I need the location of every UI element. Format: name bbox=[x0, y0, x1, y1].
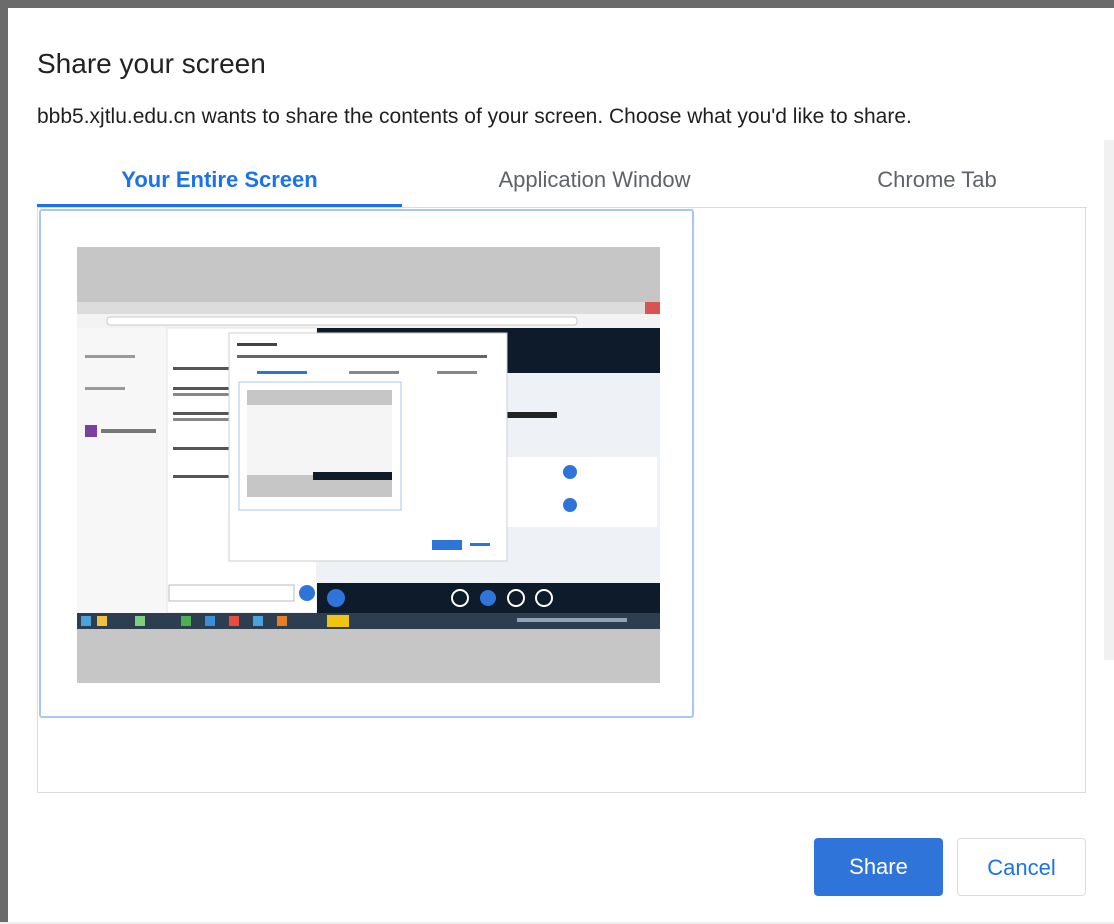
tab-application-window[interactable]: Application Window bbox=[402, 160, 787, 206]
dialog-title: Share your screen bbox=[37, 48, 266, 79]
dialog-scrollbar[interactable] bbox=[1104, 140, 1114, 660]
tab-chrome-tab[interactable]: Chrome Tab bbox=[787, 160, 1087, 206]
tab-bar: Your Entire Screen Application Window Ch… bbox=[37, 160, 1087, 208]
share-button[interactable]: Share bbox=[814, 838, 943, 896]
dialog-description: bbb5.xjtlu.edu.cn wants to share the con… bbox=[37, 105, 912, 128]
entire-screen-thumbnail[interactable] bbox=[39, 209, 694, 718]
tab-entire-screen[interactable]: Your Entire Screen bbox=[37, 160, 402, 206]
cancel-button[interactable]: Cancel bbox=[957, 838, 1086, 896]
screen-preview-image bbox=[77, 247, 660, 683]
